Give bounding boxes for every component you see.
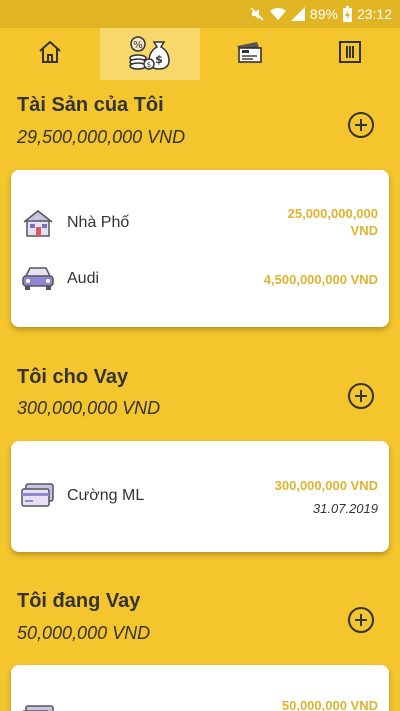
list-item[interactable]: 50,000,000 VND bbox=[11, 695, 389, 711]
lending-name: Cường ML bbox=[67, 487, 145, 504]
lending-amount: 300,000,000 VND bbox=[274, 478, 378, 493]
asset-amount: 4,500,000,000 VND bbox=[263, 272, 378, 287]
assets-title: Tài Sản của Tôi bbox=[17, 94, 164, 116]
list-item[interactable]: Nhà Phố 25,000,000,000 VND bbox=[11, 204, 389, 244]
assets-total: 29,500,000,000 VND bbox=[17, 127, 186, 147]
borrowing-card: 50,000,000 VND bbox=[11, 665, 389, 711]
battery-charging-icon bbox=[342, 6, 352, 22]
car-icon bbox=[21, 264, 55, 297]
borrowing-title: Tôi đang Vay bbox=[17, 590, 141, 612]
borrowing-total: 50,000,000 VND bbox=[17, 623, 151, 643]
add-lending-button[interactable] bbox=[348, 383, 374, 409]
home-icon bbox=[37, 39, 63, 70]
borrowing-amount: 50,000,000 VND bbox=[281, 698, 378, 711]
list-item[interactable]: Audi 4,500,000,000 VND bbox=[11, 262, 389, 298]
lending-total: 300,000,000 VND bbox=[17, 398, 161, 418]
list-item[interactable]: Cường ML 300,000,000 VND 31.07.2019 bbox=[11, 475, 389, 525]
tab-assets[interactable]: % $ $ bbox=[100, 28, 200, 80]
assets-money-icon: % $ $ bbox=[128, 34, 172, 75]
add-asset-button[interactable] bbox=[348, 112, 374, 138]
lending-date: 31.07.2019 bbox=[312, 501, 378, 516]
credit-card-icon bbox=[21, 705, 55, 711]
tab-home[interactable] bbox=[0, 28, 100, 80]
lending-card: Cường ML 300,000,000 VND 31.07.2019 bbox=[11, 441, 389, 552]
status-bar: 89% 23:12 bbox=[0, 0, 400, 28]
mute-icon bbox=[249, 6, 265, 22]
asset-amount: 25,000,000,000 VND bbox=[287, 206, 378, 238]
tab-bar: % $ $ bbox=[0, 28, 400, 80]
add-borrowing-button[interactable] bbox=[348, 607, 374, 633]
svg-text:%: % bbox=[133, 40, 143, 51]
asset-name: Nhà Phố bbox=[67, 214, 130, 231]
house-icon bbox=[21, 208, 55, 243]
asset-name: Audi bbox=[67, 270, 100, 287]
lending-title: Tôi cho Vay bbox=[17, 366, 129, 388]
tab-ticket[interactable] bbox=[200, 28, 300, 80]
battery-percent: 89% bbox=[309, 6, 338, 22]
signal-icon bbox=[290, 7, 305, 21]
tab-menu[interactable] bbox=[300, 28, 400, 80]
svg-text:$: $ bbox=[147, 61, 151, 69]
clock: 23:12 bbox=[356, 6, 392, 22]
svg-text:$: $ bbox=[155, 53, 163, 66]
ticket-icon bbox=[235, 40, 265, 69]
credit-card-icon bbox=[21, 483, 55, 514]
assets-card: Nhà Phố 25,000,000,000 VND Audi 4,500,00… bbox=[11, 170, 389, 327]
menu-columns-icon bbox=[338, 40, 362, 69]
wifi-icon bbox=[269, 7, 286, 21]
